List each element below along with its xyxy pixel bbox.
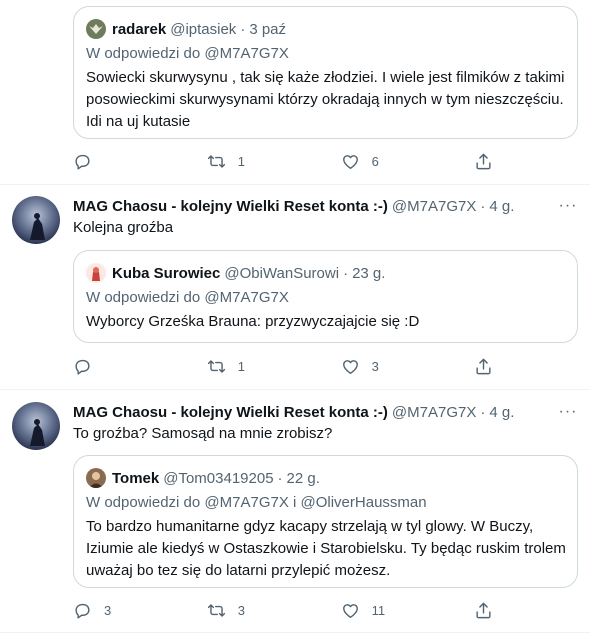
tweet-text: Kolejna groźba (73, 219, 174, 236)
quoted-tweet[interactable]: Tomek @Tom03419205 · 22 g. W odpowiedzi … (73, 455, 578, 588)
tweet-divider (0, 632, 590, 633)
avatar[interactable] (86, 263, 106, 283)
avatar[interactable] (12, 402, 60, 450)
reply-context: W odpowiedzi do @M7A7G7X (86, 289, 289, 306)
reply-button[interactable] (73, 356, 207, 376)
quoted-author-name[interactable]: radarek (112, 21, 166, 38)
avatar[interactable] (86, 468, 106, 488)
separator: · (277, 469, 283, 487)
retweet-button[interactable]: 3 (207, 600, 341, 620)
separator: · (240, 20, 246, 38)
quoted-author-name[interactable]: Tomek (112, 470, 159, 487)
like-button[interactable]: 6 (341, 151, 475, 171)
share-icon (476, 602, 491, 618)
reply-prefix: W odpowiedzi do (86, 45, 201, 62)
reply-to-handle[interactable]: @M7A7G7X (204, 45, 288, 62)
reply-to-handles[interactable]: @M7A7G7X i @OliverHaussman (204, 494, 426, 511)
tweet-divider (0, 184, 590, 185)
share-button[interactable] (474, 151, 503, 171)
avatar[interactable] (12, 196, 60, 244)
quoted-tweet-text: Sowiecki skurwysynu , tak się każe złodz… (86, 67, 566, 133)
heart-icon (342, 603, 358, 618)
share-icon (476, 358, 491, 374)
heart-icon (342, 359, 358, 374)
text-line: Wyborcy Grześka Brauna: przyzwyczajajcie… (86, 313, 420, 330)
reply-context: W odpowiedzi do @M7A7G7X i @OliverHaussm… (86, 494, 427, 511)
author-name[interactable]: MAG Chaosu - kolejny Wielki Reset konta … (73, 404, 388, 421)
quoted-tweet-header: Kuba Surowiec @ObiWanSurowi · 23 g. (86, 263, 385, 283)
heart-icon (342, 154, 358, 169)
text-line: To bardzo humanitarne gdyz kacapy strzel… (86, 518, 534, 535)
timestamp[interactable]: 3 paź (249, 21, 286, 38)
tweet-header: MAG Chaosu - kolejny Wielki Reset konta … (73, 402, 514, 422)
avatar[interactable] (86, 19, 106, 39)
quoted-tweet[interactable]: Kuba Surowiec @ObiWanSurowi · 23 g. W od… (73, 250, 578, 343)
reply-icon (75, 603, 90, 619)
like-button[interactable]: 3 (341, 356, 475, 376)
timestamp[interactable]: 22 g. (287, 470, 320, 487)
text-line: Idi na uj kutasie (86, 113, 191, 130)
retweet-count: 3 (237, 602, 246, 618)
quoted-author-handle[interactable]: @Tom03419205 (163, 470, 273, 487)
quoted-tweet-text: Wyborcy Grześka Brauna: przyzwyczajajcie… (86, 311, 566, 333)
share-button[interactable] (474, 356, 503, 376)
text-line: Iziumie ale kiedyś w Ostaszkowie i Staro… (86, 540, 566, 557)
tweet-text: To groźba? Samosąd na mnie zrobisz? (73, 425, 333, 442)
retweet-icon (207, 359, 225, 373)
reply-to-handle[interactable]: @M7A7G7X (204, 289, 288, 306)
quoted-author-name[interactable]: Kuba Surowiec (112, 265, 220, 282)
tweet-divider (0, 389, 590, 390)
quoted-author-handle[interactable]: @ObiWanSurowi (224, 265, 339, 282)
separator: · (343, 264, 349, 282)
quoted-tweet-header: radarek @iptasiek · 3 paź (86, 19, 286, 39)
reply-prefix: W odpowiedzi do (86, 494, 201, 511)
reply-icon (75, 359, 90, 375)
author-handle[interactable]: @M7A7G7X (392, 198, 476, 215)
more-options-icon[interactable]: ··· (558, 196, 578, 216)
author-handle[interactable]: @M7A7G7X (392, 404, 476, 421)
more-options-icon[interactable]: ··· (558, 402, 578, 422)
like-count: 3 (371, 358, 379, 374)
tweet-actions: 1 3 (73, 356, 503, 376)
reply-button[interactable] (73, 151, 207, 171)
tweet-actions: 3 3 11 (73, 600, 503, 620)
reply-count: 3 (104, 602, 112, 618)
retweet-count: 1 (237, 358, 246, 374)
share-button[interactable] (474, 600, 503, 620)
quoted-tweet-text: To bardzo humanitarne gdyz kacapy strzel… (86, 516, 566, 582)
reply-prefix: W odpowiedzi do (86, 289, 201, 306)
share-icon (476, 153, 491, 169)
text-line: uważaj bo tez się do latarni przylepić m… (86, 562, 391, 579)
retweet-icon (207, 603, 225, 617)
timestamp[interactable]: 23 g. (352, 265, 385, 282)
retweet-count: 1 (237, 153, 246, 169)
retweet-button[interactable]: 1 (207, 151, 341, 171)
like-count: 11 (371, 602, 386, 618)
text-line: Sowiecki skurwysynu , tak się każe złodz… (86, 69, 565, 86)
timestamp[interactable]: 4 g. (489, 404, 514, 421)
quoted-tweet[interactable]: radarek @iptasiek · 3 paź W odpowiedzi d… (73, 6, 578, 139)
quoted-author-handle[interactable]: @iptasiek (170, 21, 236, 38)
quoted-tweet-header: Tomek @Tom03419205 · 22 g. (86, 468, 320, 488)
reply-icon (75, 154, 90, 170)
like-button[interactable]: 11 (341, 600, 475, 620)
timestamp[interactable]: 4 g. (489, 198, 514, 215)
tweet-actions: 1 6 (73, 151, 503, 171)
tweet-header: MAG Chaosu - kolejny Wielki Reset konta … (73, 196, 514, 216)
reply-context: W odpowiedzi do @M7A7G7X (86, 45, 289, 62)
retweet-icon (207, 154, 225, 168)
text-line: posowieckimi skurwysynami którzy okradaj… (86, 91, 564, 108)
like-count: 6 (371, 153, 379, 169)
retweet-button[interactable]: 1 (207, 356, 341, 376)
separator: · (480, 197, 486, 215)
reply-button[interactable]: 3 (73, 600, 207, 620)
separator: · (480, 403, 486, 421)
author-name[interactable]: MAG Chaosu - kolejny Wielki Reset konta … (73, 198, 388, 215)
